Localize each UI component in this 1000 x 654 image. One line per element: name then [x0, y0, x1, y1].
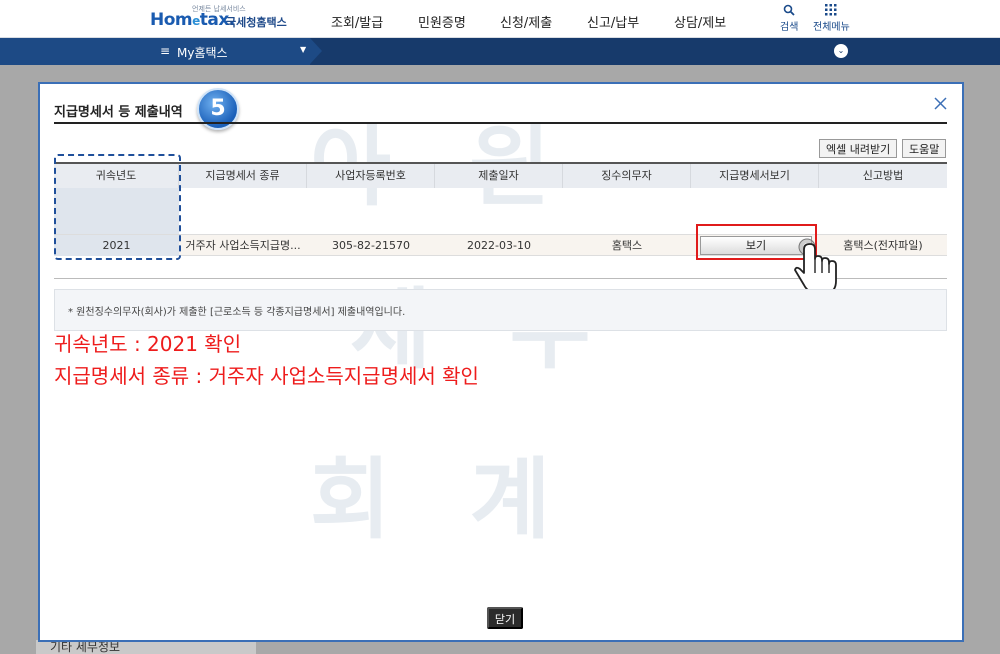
caret-down-icon[interactable]: ▼	[300, 45, 306, 54]
nav-item-inquiry[interactable]: 조회/발급	[331, 12, 383, 31]
notice-text: * 원천징수의무자(회사)가 제출한 [근로소득 등 각종지급명세서] 제출내역…	[68, 307, 406, 318]
cell-type: 거주자 사업소득지급명...	[185, 239, 301, 252]
help-button[interactable]: 도움말	[902, 139, 947, 158]
watermark-line-3: 회 계	[310, 448, 575, 551]
search-button[interactable]: 검색	[780, 4, 798, 33]
nav-item-consult[interactable]: 상담/제보	[674, 12, 726, 31]
column-header-view: 지급명세서보기	[691, 164, 819, 188]
column-header-business-no: 사업자등록번호	[307, 164, 435, 188]
all-menu-button[interactable]: 전체메뉴	[813, 4, 850, 33]
close-button[interactable]: 닫기	[487, 607, 523, 629]
hometax-logo[interactable]: 언제든 납세서비스 Hometax. 국세청홈택스	[150, 4, 290, 34]
logo-org-name: 국세청홈택스	[226, 16, 287, 29]
column-header-method: 신고방법	[819, 164, 947, 188]
annotation-type: 지급명세서 종류 : 거주자 사업소득지급명세서 확인	[54, 364, 479, 388]
search-icon	[780, 4, 798, 18]
column-header-payer: 징수의무자	[563, 164, 691, 188]
cell-business-no: 305-82-21570	[332, 239, 410, 252]
my-menu-arrow	[310, 38, 322, 64]
excel-download-button[interactable]: 엑셀 내려받기	[819, 139, 898, 158]
hamburger-icon[interactable]: ≡	[160, 44, 170, 58]
close-icon[interactable]	[934, 94, 947, 115]
modal-title: 지급명세서 등 제출내역	[54, 105, 183, 120]
all-menu-label: 전체메뉴	[813, 22, 850, 33]
nav-item-certificate[interactable]: 민원증명	[418, 12, 466, 31]
nav-item-report[interactable]: 신고/납부	[587, 12, 639, 31]
column-header-submit-date: 제출일자	[435, 164, 563, 188]
year-column-highlight	[54, 154, 181, 260]
column-header-type: 지급명세서 종류	[179, 164, 307, 188]
grid-icon	[813, 4, 850, 18]
my-hometax-menu[interactable]	[0, 38, 310, 65]
submission-history-modal: 아 원 세 무 회 계 지급명세서 등 제출내역 5 엑셀 내려받기 도움말 귀…	[38, 82, 964, 642]
search-label: 검색	[780, 22, 799, 33]
my-hometax-label[interactable]: My홈택스	[177, 44, 228, 61]
logo-wordmark: Hometax.	[150, 10, 235, 30]
nav-item-apply[interactable]: 신청/제출	[500, 12, 552, 31]
cell-payer: 홈택스	[611, 239, 643, 252]
top-header: 언제든 납세서비스 Hometax. 국세청홈택스 조회/발급 민원증명 신청/…	[0, 0, 1000, 38]
chevron-down-icon[interactable]: ⌄	[834, 44, 848, 58]
cell-submit-date: 2022-03-10	[467, 239, 531, 252]
notice-box: * 원천징수의무자(회사)가 제출한 [근로소득 등 각종지급명세서] 제출내역…	[54, 289, 947, 331]
title-divider	[54, 122, 947, 124]
left-menu-item: 기타 세무정보	[36, 640, 256, 654]
annotation-year: 귀속년도 : 2021 확인	[54, 332, 242, 356]
sub-navigation-bar: ≡ My홈택스 ▼ ⌄	[0, 38, 1000, 65]
